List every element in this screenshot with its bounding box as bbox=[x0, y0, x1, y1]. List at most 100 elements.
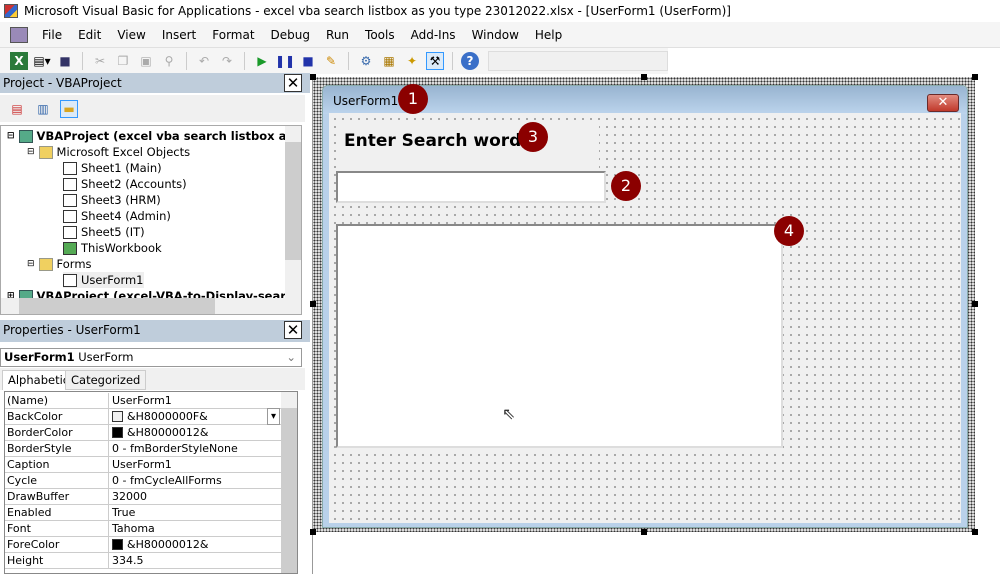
sheet-icon bbox=[63, 209, 77, 223]
property-row[interactable]: DrawBuffer 32000 bbox=[5, 489, 282, 505]
resize-handle[interactable] bbox=[310, 74, 316, 80]
view-object-icon[interactable]: ▥ bbox=[34, 100, 52, 118]
property-value[interactable]: UserForm1 bbox=[109, 457, 282, 472]
excel-view-icon[interactable]: X bbox=[10, 52, 28, 70]
close-properties-panel-button[interactable]: ✕ bbox=[284, 321, 302, 339]
project-explorer-icon[interactable]: ⚙ bbox=[357, 52, 375, 70]
menu-help[interactable]: Help bbox=[527, 28, 570, 42]
standard-toolbar: X ▤▾ ■ ✂ ❐ ▣ ⚲ ↶ ↷ ▶ ❚❚ ■ ✎ ⚙ ▦ ✦ ⚒ ? bbox=[0, 48, 668, 74]
property-row[interactable]: BorderColor &H80000012& bbox=[5, 425, 282, 441]
insert-userform-icon[interactable]: ▤▾ bbox=[33, 52, 51, 70]
cut-icon[interactable]: ✂ bbox=[91, 52, 109, 70]
tree-node-sheet1[interactable]: Sheet1 (Main) bbox=[63, 160, 162, 176]
tree-node-excel-objects[interactable]: ⊟ Microsoft Excel Objects bbox=[27, 144, 190, 160]
tree-node-vbaproject[interactable]: ⊟ VBAProject (excel vba search listbox as… bbox=[7, 128, 301, 144]
toggle-folders-icon[interactable]: ▬ bbox=[60, 99, 78, 118]
sheet-icon bbox=[63, 193, 77, 207]
resize-handle[interactable] bbox=[310, 301, 316, 307]
resize-handle[interactable] bbox=[972, 529, 978, 535]
tree-node-forms[interactable]: ⊟ Forms bbox=[27, 256, 92, 272]
resize-handle[interactable] bbox=[310, 529, 316, 535]
property-value[interactable]: &H80000012& bbox=[109, 537, 282, 552]
property-value[interactable]: UserForm1 bbox=[109, 393, 282, 408]
toolbox-icon[interactable]: ⚒ bbox=[426, 52, 444, 70]
results-listbox[interactable] bbox=[336, 224, 783, 448]
reset-icon[interactable]: ■ bbox=[299, 52, 317, 70]
tree-node-sheet2[interactable]: Sheet2 (Accounts) bbox=[63, 176, 187, 192]
property-row[interactable]: BackColor &H8000000F& ▾ bbox=[5, 408, 282, 425]
tab-categorized[interactable]: Categorized bbox=[65, 370, 147, 390]
menu-tools[interactable]: Tools bbox=[357, 28, 403, 42]
property-value[interactable]: True bbox=[109, 505, 282, 520]
property-row[interactable]: Height 334.5 bbox=[5, 553, 282, 569]
property-value[interactable]: 334.5 bbox=[109, 553, 282, 568]
folder-icon bbox=[38, 257, 53, 271]
tree-node-userform1[interactable]: UserForm1 bbox=[63, 272, 144, 288]
property-row[interactable]: Enabled True bbox=[5, 505, 282, 521]
redo-icon[interactable]: ↷ bbox=[218, 52, 236, 70]
tree-node-thisworkbook[interactable]: ThisWorkbook bbox=[63, 240, 162, 256]
property-value[interactable]: &H80000012& bbox=[109, 425, 282, 440]
run-icon[interactable]: ▶ bbox=[253, 52, 271, 70]
design-mode-icon[interactable]: ✎ bbox=[322, 52, 340, 70]
dropdown-arrow-icon[interactable]: ▾ bbox=[266, 408, 280, 425]
resize-handle[interactable] bbox=[641, 74, 647, 80]
property-row[interactable]: Cycle 0 - fmCycleAllForms bbox=[5, 473, 282, 489]
menu-add-ins[interactable]: Add-Ins bbox=[403, 28, 464, 42]
resize-handle[interactable] bbox=[972, 301, 978, 307]
property-value[interactable]: &H8000000F& ▾ bbox=[109, 408, 282, 425]
scroll-thumb[interactable] bbox=[19, 298, 215, 314]
scroll-thumb[interactable] bbox=[281, 408, 297, 573]
search-textbox[interactable] bbox=[336, 171, 606, 203]
undo-icon[interactable]: ↶ bbox=[195, 52, 213, 70]
tree-node-sheet3[interactable]: Sheet3 (HRM) bbox=[63, 192, 161, 208]
menu-insert[interactable]: Insert bbox=[154, 28, 204, 42]
property-row[interactable]: Caption UserForm1 bbox=[5, 457, 282, 473]
menu-debug[interactable]: Debug bbox=[263, 28, 318, 42]
properties-window-icon[interactable]: ▦ bbox=[380, 52, 398, 70]
object-browser-icon[interactable]: ✦ bbox=[403, 52, 421, 70]
menu-view[interactable]: View bbox=[109, 28, 153, 42]
pause-icon[interactable]: ❚❚ bbox=[275, 52, 295, 70]
paste-icon[interactable]: ▣ bbox=[137, 52, 155, 70]
menu-format[interactable]: Format bbox=[204, 28, 262, 42]
properties-panel-header: Properties - UserForm1 ✕ bbox=[0, 320, 310, 342]
resize-handle[interactable] bbox=[972, 74, 978, 80]
tree-horizontal-scrollbar[interactable] bbox=[1, 298, 301, 314]
tree-node-sheet4[interactable]: Sheet4 (Admin) bbox=[63, 208, 171, 224]
property-name: Enabled bbox=[5, 505, 109, 520]
property-value[interactable]: Tahoma bbox=[109, 521, 282, 536]
menu-window[interactable]: Window bbox=[464, 28, 527, 42]
properties-tabs: Alphabetic Categorized bbox=[0, 368, 305, 390]
property-value-text: Tahoma bbox=[112, 522, 155, 535]
object-selector[interactable]: UserForm1 UserForm ⌄ bbox=[0, 348, 302, 367]
close-project-panel-button[interactable]: ✕ bbox=[284, 74, 302, 92]
view-code-icon[interactable]: ▤ bbox=[8, 100, 26, 118]
property-row[interactable]: BorderStyle 0 - fmBorderStyleNone bbox=[5, 441, 282, 457]
callout-badge-3: 3 bbox=[518, 122, 548, 152]
search-label[interactable]: Enter Search word bbox=[337, 123, 599, 168]
vba-menu-icon bbox=[10, 26, 28, 43]
resize-handle[interactable] bbox=[641, 529, 647, 535]
save-icon[interactable]: ■ bbox=[56, 52, 74, 70]
help-icon[interactable]: ? bbox=[461, 52, 479, 70]
menu-run[interactable]: Run bbox=[318, 28, 357, 42]
find-icon[interactable]: ⚲ bbox=[160, 52, 178, 70]
property-row[interactable]: (Name) UserForm1 bbox=[5, 393, 282, 409]
property-value[interactable]: 0 - fmBorderStyleNone bbox=[109, 441, 282, 456]
tree-vertical-scrollbar[interactable] bbox=[285, 126, 301, 298]
menu-edit[interactable]: Edit bbox=[70, 28, 109, 42]
tree-node-sheet5[interactable]: Sheet5 (IT) bbox=[63, 224, 145, 240]
property-value-text: 32000 bbox=[112, 490, 147, 503]
scroll-thumb[interactable] bbox=[285, 142, 301, 260]
property-value[interactable]: 0 - fmCycleAllForms bbox=[109, 473, 282, 488]
property-name: ForeColor bbox=[5, 537, 109, 552]
properties-vertical-scrollbar[interactable] bbox=[281, 392, 297, 573]
property-value[interactable]: 32000 bbox=[109, 489, 282, 504]
property-value-text: True bbox=[112, 506, 136, 519]
menu-file[interactable]: File bbox=[34, 28, 70, 42]
copy-icon[interactable]: ❐ bbox=[114, 52, 132, 70]
property-row[interactable]: Font Tahoma bbox=[5, 521, 282, 537]
property-row[interactable]: ForeColor &H80000012& bbox=[5, 537, 282, 553]
userform-close-button[interactable]: ✕ bbox=[927, 94, 959, 112]
